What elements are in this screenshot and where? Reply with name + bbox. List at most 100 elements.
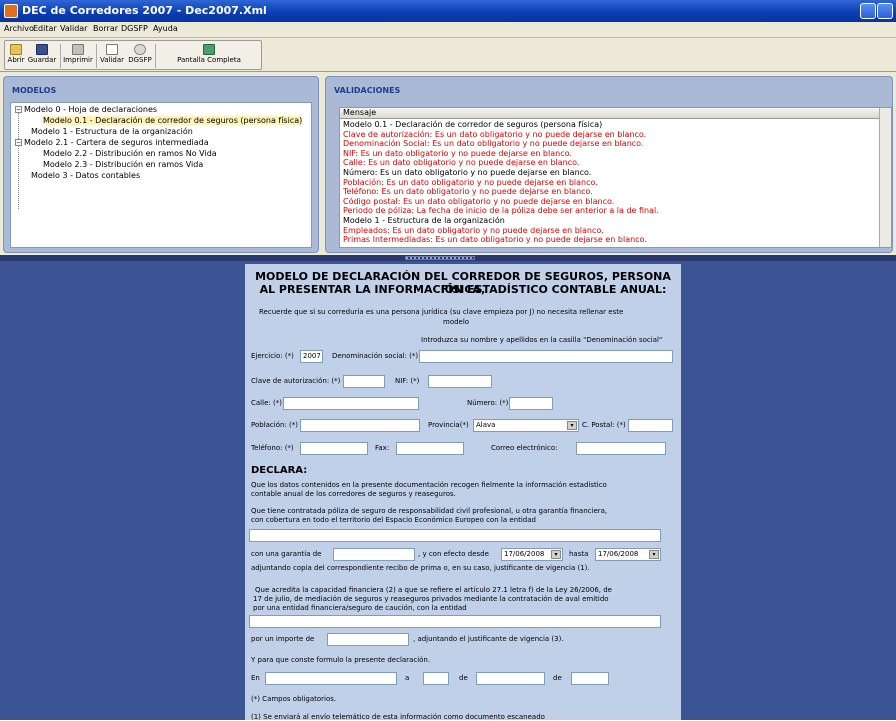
validation-message[interactable]: Población: Es un dato obligatorio y no p… xyxy=(343,178,598,187)
anio-field[interactable] xyxy=(571,672,609,685)
paragraph-1-line2: contable anual de los corredores de segu… xyxy=(251,490,456,498)
menu-borrar[interactable]: Borrar xyxy=(93,24,118,33)
print-button[interactable]: Imprimir xyxy=(62,43,94,69)
window-title: DEC de Corredores 2007 - Dec2007.Xml xyxy=(22,4,267,17)
validate-button[interactable]: Validar xyxy=(98,43,126,69)
hint-text: Introduzca su nombre y apellidos en la c… xyxy=(421,336,663,344)
provincia-label: Provincia(*) xyxy=(428,421,469,429)
tree-item-modelo-1[interactable]: Modelo 1 - Estructura de la organización xyxy=(31,127,193,136)
form-title-line2: AL PRESENTAR LA INFORMACIÓN ESTADÍSTICO … xyxy=(259,283,667,296)
column-header-mensaje[interactable]: Mensaje xyxy=(340,108,891,119)
dgsfp-button[interactable]: DGSFP xyxy=(127,43,153,69)
de-label-2: de xyxy=(553,674,562,682)
a-label: a xyxy=(405,674,410,682)
tree-item-modelo-3[interactable]: Modelo 3 - Datos contables xyxy=(31,171,140,180)
menu-validar[interactable]: Validar xyxy=(60,24,87,33)
menu-archivo[interactable]: Archivo xyxy=(4,24,34,33)
menu-ayuda[interactable]: Ayuda xyxy=(153,24,178,33)
tree-item-modelo-0-1[interactable]: Modelo 0.1 - Declaración de corredor de … xyxy=(43,116,303,125)
menu-bar: Archivo Editar Validar Borrar DGSFP Ayud… xyxy=(0,22,896,38)
date-to-picker[interactable]: 17/06/2008 ▾ xyxy=(595,548,661,561)
hasta-label: hasta xyxy=(569,550,589,558)
save-button[interactable]: Guardar xyxy=(27,43,57,69)
de-label-1: de xyxy=(459,674,468,682)
note-line2: modelo xyxy=(443,318,470,326)
dia-field[interactable] xyxy=(423,672,449,685)
validation-message[interactable]: Denominación Social: Es un dato obligato… xyxy=(343,139,643,148)
fax-field[interactable] xyxy=(396,442,464,455)
numero-label: Número: (*) xyxy=(467,399,509,407)
dropdown-arrow-icon[interactable]: ▾ xyxy=(551,550,561,559)
splitter-grip[interactable] xyxy=(405,256,475,260)
toolbar-separator xyxy=(155,44,156,68)
declara-heading: DECLARA: xyxy=(251,465,308,476)
paragraph-1-line1: Que los datos contenidos en la presente … xyxy=(251,481,607,489)
minimize-icon[interactable] xyxy=(877,3,893,19)
open-button[interactable]: Abrir xyxy=(6,43,26,69)
mes-field[interactable] xyxy=(476,672,545,685)
nif-field[interactable] xyxy=(428,375,492,388)
note-line1: Recuerde que si su correduría es una per… xyxy=(259,308,624,316)
entidad-aval-field[interactable] xyxy=(249,615,661,628)
en-label: En xyxy=(251,674,260,682)
menu-dgsfp[interactable]: DGSFP xyxy=(121,24,148,33)
validation-message[interactable]: Empleados: Es un dato obligatorio y no p… xyxy=(343,226,604,235)
fullscreen-button[interactable]: Pantalla Completa xyxy=(159,43,259,69)
toolbar-separator xyxy=(96,44,97,68)
paragraph-3-line1: Que acredita la capacidad financiera (2)… xyxy=(255,586,612,594)
cpostal-label: C. Postal: (*) xyxy=(582,421,626,429)
telefono-field[interactable] xyxy=(300,442,368,455)
tree-item-modelo-0[interactable]: − Modelo 0 - Hoja de declaraciones xyxy=(15,105,157,114)
importe-suffix: , adjuntando el justificante de vigencia… xyxy=(413,635,564,643)
tree-line xyxy=(18,113,19,209)
poblacion-label: Población: (*) xyxy=(251,421,298,429)
correo-field[interactable] xyxy=(576,442,666,455)
dropdown-arrow-icon[interactable]: ▾ xyxy=(649,550,659,559)
ejercicio-label: Ejercicio: (*) xyxy=(251,352,294,360)
calle-label: Calle: (*) xyxy=(251,399,282,407)
dropdown-arrow-icon[interactable]: ▾ xyxy=(567,421,577,430)
panels-area: MODELOS − Modelo 0 - Hoja de declaracione… xyxy=(0,72,896,255)
clave-field[interactable] xyxy=(343,375,385,388)
validation-message[interactable]: Periodo de póliza: La fecha de inicio de… xyxy=(343,206,659,215)
validation-message[interactable]: Modelo 1 - Estructura de la organización xyxy=(343,216,505,225)
tree-item-modelo-2-3[interactable]: Modelo 2.3 - Distribución en ramos Vida xyxy=(43,160,203,169)
entidad-rc-field[interactable] xyxy=(249,529,661,542)
collapse-icon[interactable]: − xyxy=(15,139,22,146)
poblacion-field[interactable] xyxy=(300,419,420,432)
validation-message[interactable]: NIF: Es un dato obligatorio y no puede d… xyxy=(343,149,572,158)
form-area: MODELO DE DECLARACIÓN DEL CORREDOR DE SE… xyxy=(0,261,896,721)
garantia-field[interactable] xyxy=(333,548,415,561)
validation-message[interactable]: Modelo 0.1 - Declaración de corredor de … xyxy=(343,120,602,129)
fax-label: Fax: xyxy=(375,444,390,452)
campos-obligatorios-note: (*) Campos obligatorios. xyxy=(251,695,337,703)
validation-message[interactable]: Código postal: Es un dato obligatorio y … xyxy=(343,197,614,206)
numero-field[interactable] xyxy=(509,397,553,410)
vertical-scrollbar[interactable] xyxy=(879,108,891,247)
tree-item-modelo-2-1[interactable]: − Modelo 2.1 - Cartera de seguros interme… xyxy=(15,138,209,147)
title-bar: DEC de Corredores 2007 - Dec2007.Xml xyxy=(0,0,896,22)
correo-label: Correo electrónico: xyxy=(491,444,558,452)
cpostal-field[interactable] xyxy=(628,419,673,432)
importe-field[interactable] xyxy=(327,633,409,646)
modelos-panel: MODELOS − Modelo 0 - Hoja de declaracione… xyxy=(3,76,319,253)
validaciones-panel: VALIDACIONES Mensaje Modelo 0.1 - Declar… xyxy=(325,76,893,253)
provincia-select[interactable]: Alava ▾ xyxy=(473,419,579,432)
validation-message[interactable]: Calle: Es un dato obligatorio y no puede… xyxy=(343,158,579,167)
validation-message[interactable]: Número: Es un dato obligatorio y no pued… xyxy=(343,168,591,177)
validation-message[interactable]: Teléfono: Es un dato obligatorio y no pu… xyxy=(343,187,593,196)
collapse-icon[interactable]: − xyxy=(15,106,22,113)
validation-message[interactable]: Primas Intermediadas: Es un dato obligat… xyxy=(343,235,647,244)
tree-item-modelo-2-2[interactable]: Modelo 2.2 - Distribución en ramos No Vi… xyxy=(43,149,217,158)
denominacion-field[interactable] xyxy=(419,350,673,363)
clave-label: Clave de autorización: (*) xyxy=(251,377,341,385)
importe-label: por un importe de xyxy=(251,635,315,643)
calle-field[interactable] xyxy=(283,397,419,410)
denominacion-label: Denominación social: (*) xyxy=(332,352,419,360)
ejercicio-field[interactable]: 2007 xyxy=(300,350,323,363)
date-from-picker[interactable]: 17/06/2008 ▾ xyxy=(501,548,563,561)
lugar-field[interactable] xyxy=(265,672,397,685)
validation-message[interactable]: Clave de autorización: Es un dato obliga… xyxy=(343,130,646,139)
restore-icon[interactable] xyxy=(860,3,876,19)
menu-editar[interactable]: Editar xyxy=(33,24,57,33)
